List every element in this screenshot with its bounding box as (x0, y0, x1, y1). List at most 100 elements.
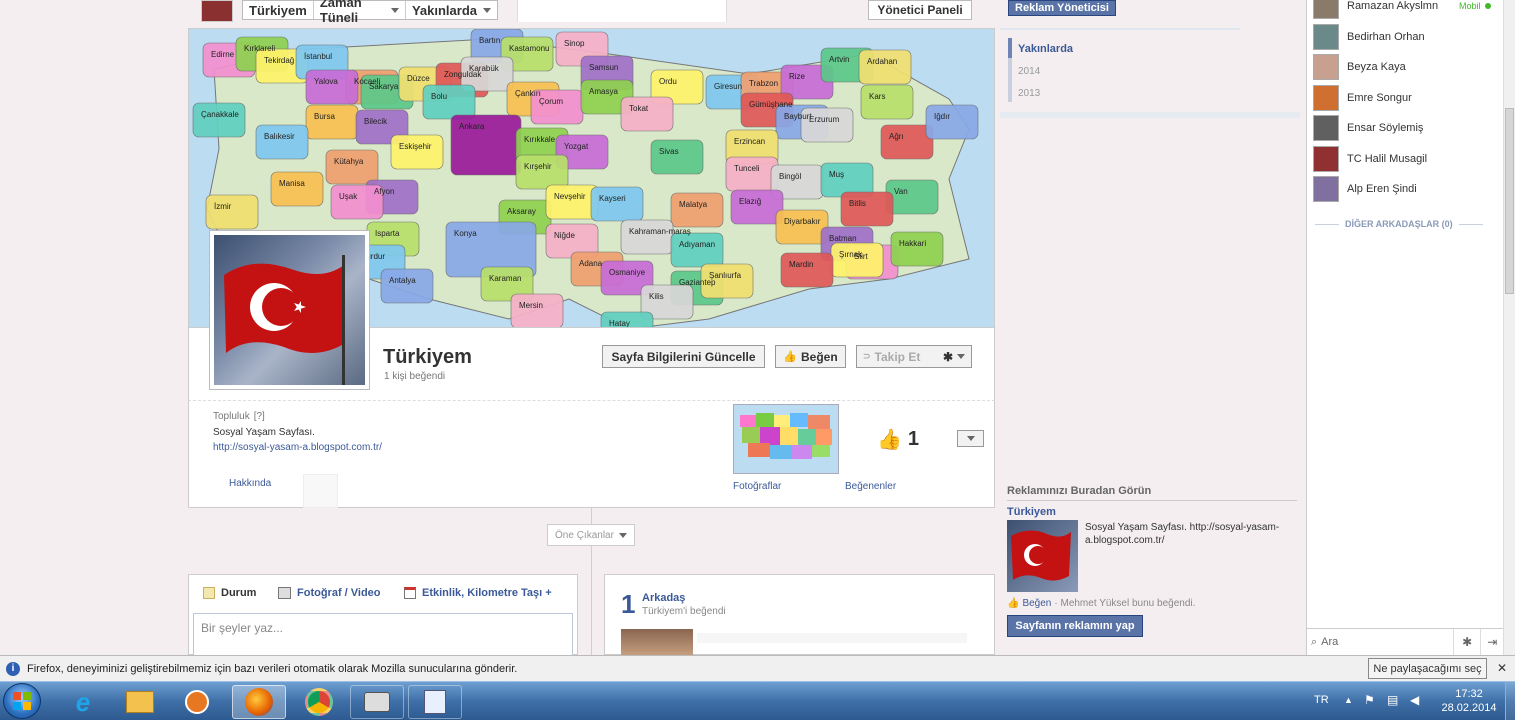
friends-label[interactable]: Arkadaş (642, 592, 685, 604)
province-label: Nevşehir (554, 192, 586, 201)
province-label: Elazığ (739, 197, 761, 206)
nav-page-name[interactable]: Türkiyem (243, 1, 314, 19)
volume-tray-icon[interactable]: ◀ (1410, 693, 1419, 707)
like-count-box[interactable]: 👍 1 (877, 427, 919, 452)
page-url-link[interactable]: http://sosyal-yasam-a.blogspot.com.tr/ (213, 442, 382, 453)
highlights-label: Öne Çıkanlar (555, 529, 614, 541)
year-recent[interactable]: Yakınlarda (1018, 43, 1073, 55)
year-2013[interactable]: 2013 (1018, 88, 1040, 99)
ad-liked-by: · Mehmet Yüksel bunu beğendi. (1054, 598, 1196, 609)
province-region (255, 124, 309, 160)
flag-tray-icon[interactable]: ⚑ (1364, 693, 1375, 707)
language-indicator[interactable]: TR (1314, 694, 1329, 706)
windows-logo-icon (13, 692, 31, 710)
province-region (780, 252, 834, 288)
province-label: Sivas (659, 147, 679, 156)
chat-friend-row[interactable]: Bedirhan Orhan (1313, 24, 1425, 50)
folder-icon (126, 691, 154, 713)
notepad-taskbar-icon[interactable] (408, 685, 462, 719)
profile-picture[interactable] (209, 230, 370, 390)
about-tab[interactable]: Hakkında (229, 478, 271, 489)
avatar (1313, 54, 1339, 80)
chat-scrollbar[interactable] (1503, 0, 1515, 655)
chat-friend-row[interactable]: Beyza Kaya (1313, 54, 1406, 80)
divider (1007, 500, 1297, 501)
media-player-taskbar-icon[interactable] (170, 685, 224, 719)
thumbs-up-icon: 👍 (783, 351, 797, 363)
start-button[interactable] (3, 683, 41, 719)
highlights-dropdown[interactable]: Öne Çıkanlar (547, 524, 635, 546)
promote-page-button[interactable]: Sayfanın reklamını yap (1007, 615, 1143, 637)
chevron-down-icon (618, 532, 627, 538)
firefox-icon (245, 688, 273, 716)
sections-dropdown-button[interactable] (957, 430, 984, 447)
like-button-label: Beğen (801, 349, 838, 364)
chat-friend-row[interactable]: TC Halil Musagil (1313, 146, 1427, 172)
help-link[interactable]: [?] (254, 411, 265, 422)
close-icon[interactable]: ✕ (1497, 661, 1507, 675)
divider (1480, 628, 1482, 656)
province-region (885, 179, 939, 215)
explorer-taskbar-icon[interactable] (113, 685, 167, 719)
photo-video-tab[interactable]: Fotoğraf / Video (278, 587, 381, 599)
settings-dropdown[interactable]: ✱ (943, 350, 965, 364)
avatar (1313, 0, 1339, 19)
friend-placeholder (697, 633, 967, 643)
chevron-down-icon (966, 436, 975, 441)
ie-taskbar-icon[interactable]: e (56, 685, 110, 719)
firefox-taskbar-icon[interactable] (232, 685, 286, 719)
province-label: Mersin (519, 301, 543, 310)
choose-share-button[interactable]: Ne paylaşacağımı seç (1368, 658, 1487, 679)
camera-app-taskbar-icon[interactable] (350, 685, 404, 719)
province-region (650, 139, 704, 175)
province-label: Afyon (374, 187, 394, 196)
ad-page-name[interactable]: Türkiyem (1007, 506, 1056, 518)
photos-thumbnail[interactable] (733, 404, 839, 474)
chat-friend-row[interactable]: Emre Songur (1313, 85, 1412, 111)
province-label: Hatay (609, 319, 630, 328)
camera-icon (364, 692, 390, 712)
chat-search-bar: ⌕ Ara ✱ ⇥ (1307, 628, 1503, 656)
friend-photo[interactable] (621, 629, 693, 656)
nav-timeline-dropdown[interactable]: Zaman Tüneli (314, 0, 406, 25)
page-thumbnail[interactable] (201, 0, 233, 22)
network-tray-icon[interactable]: ▤ (1387, 693, 1398, 707)
ad-like-link[interactable]: Beğen (1022, 598, 1051, 609)
chat-friend-row[interactable]: Alp Eren Şindi (1313, 176, 1417, 202)
friends-sub: Türkiyem'i beğendi (642, 606, 726, 617)
clock[interactable]: 17:32 28.02.2014 (1441, 687, 1497, 715)
gear-icon: ✱ (942, 349, 953, 364)
composer-input[interactable]: Bir şeyler yaz... (193, 613, 573, 656)
chat-friend-row[interactable]: Ensar Söylemiş (1313, 115, 1423, 141)
chat-search-input[interactable]: Ara (1321, 636, 1441, 648)
event-tab[interactable]: Etkinlik, Kilometre Taşı + (404, 587, 552, 599)
province-region (270, 171, 324, 207)
popout-icon[interactable]: ⇥ (1487, 635, 1497, 649)
page-info-section: Topluluk [?] Sosyal Yaşam Sayfası. http:… (188, 400, 995, 508)
likes-tab[interactable]: Beğenenler (845, 481, 896, 492)
avatar (1313, 115, 1339, 141)
divider (1000, 112, 1300, 118)
show-desktop-button[interactable] (1505, 682, 1515, 720)
tray-expand-icon[interactable]: ▲ (1344, 695, 1353, 705)
gear-icon[interactable]: ✱ (1462, 635, 1472, 649)
chat-friend-row[interactable]: Ramazan Akyslmn Mobil (1313, 0, 1491, 19)
clock-time: 17:32 (1455, 688, 1483, 700)
chrome-taskbar-icon[interactable] (292, 685, 346, 719)
follow-button[interactable]: ⊃ Takip Et ✱ (856, 345, 972, 368)
admin-panel-button[interactable]: Yönetici Paneli (868, 0, 972, 20)
update-info-button[interactable]: Sayfa Bilgilerini Güncelle (602, 345, 765, 368)
province-region (858, 49, 912, 85)
year-2014[interactable]: 2014 (1018, 66, 1040, 77)
scrollbar-thumb[interactable] (1505, 108, 1514, 294)
photos-tab[interactable]: Fotoğraflar (733, 481, 781, 492)
right-column: Yakınlarda 2014 2013 Reklamınızı Buradan… (1000, 0, 1305, 655)
like-button[interactable]: 👍 Beğen (775, 345, 846, 368)
status-tab[interactable]: Durum (203, 587, 256, 599)
nav-recent-dropdown[interactable]: Yakınlarda (406, 1, 497, 19)
other-friends-header[interactable]: DİĞER ARKADAŞLAR (0) (1315, 219, 1483, 229)
ad-image[interactable] (1007, 520, 1078, 592)
about-tab-thumb[interactable] (303, 474, 338, 508)
province-label: Kars (869, 92, 885, 101)
province-label: Sinop (564, 39, 585, 48)
